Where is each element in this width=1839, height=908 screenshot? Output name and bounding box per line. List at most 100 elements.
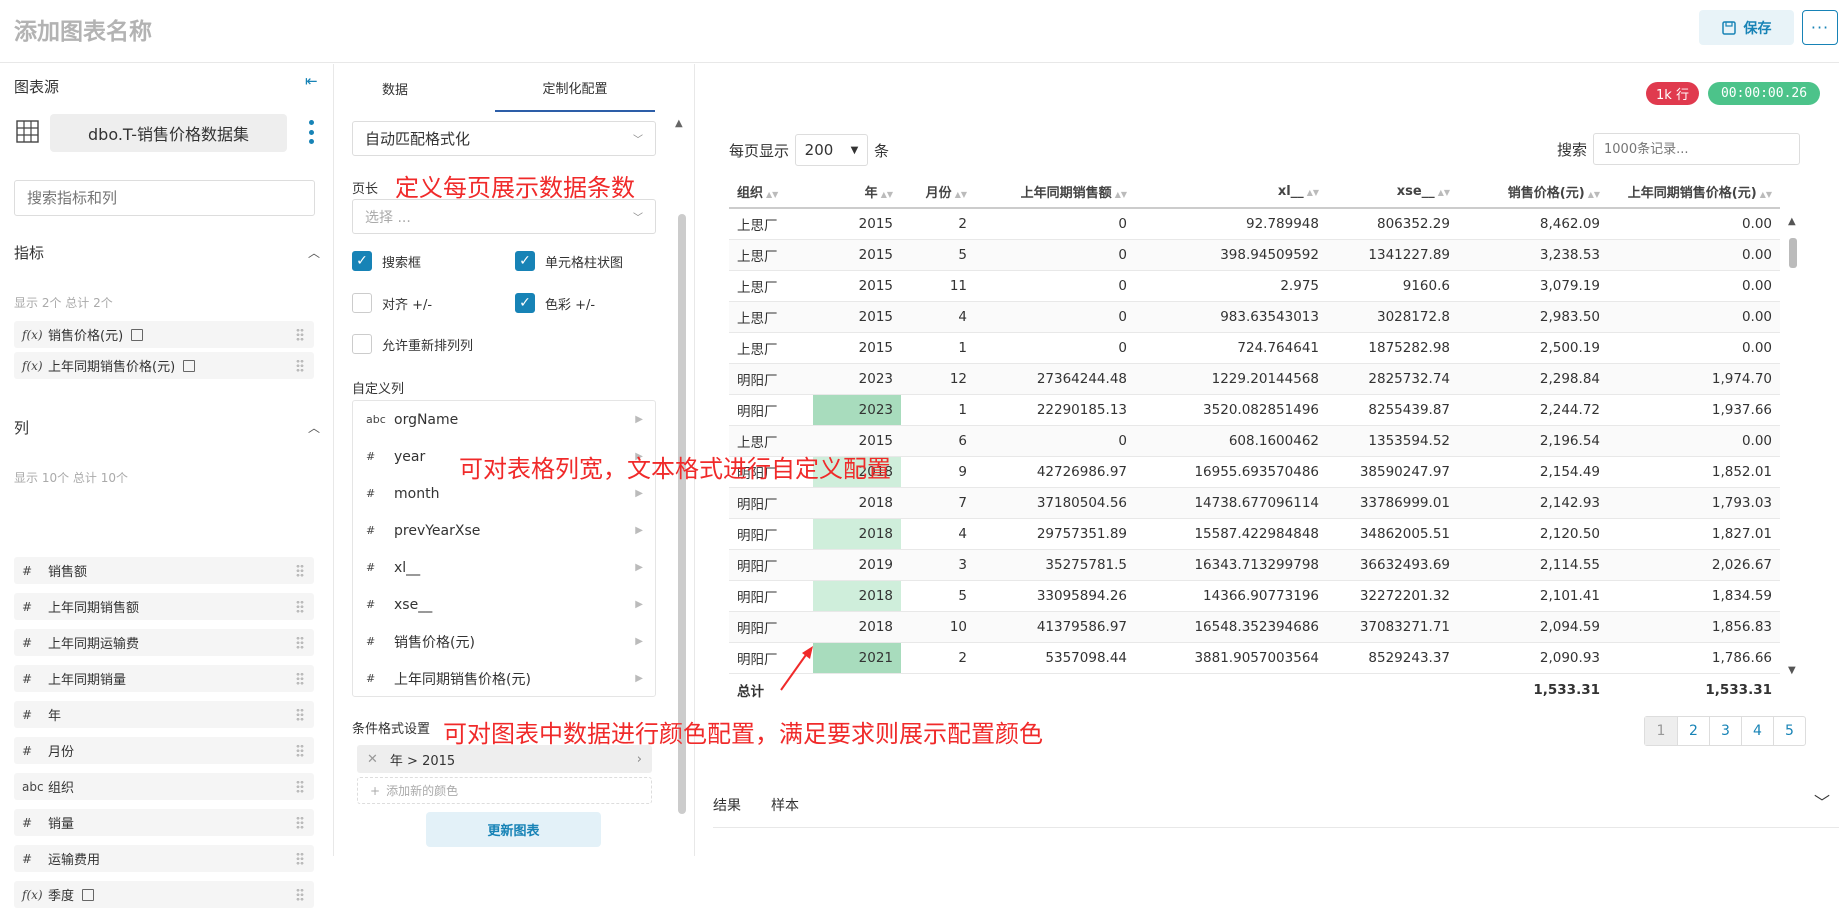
table-row[interactable]: 明阳厂 2023 12 27364244.48 1229.20144568 2825732…	[729, 363, 1780, 395]
table-row[interactable]: 明阳厂 2018 7 37180504.56 14738.677096114 337869…	[729, 487, 1780, 519]
add-color-button[interactable]: + 添加新的颜色	[357, 777, 652, 804]
chevron-right-icon[interactable]: ›	[637, 752, 642, 767]
table-search-input[interactable]	[1593, 133, 1800, 165]
column-header[interactable]: 组织 ▲▼	[729, 176, 813, 209]
collapse-panel-icon[interactable]: ⇤	[305, 72, 318, 90]
column-item[interactable]: # 上年同期销量	[14, 665, 314, 692]
custom-column-row[interactable]: # xl__ ▶	[353, 549, 655, 586]
column-item[interactable]: # 上年同期销售额	[14, 593, 314, 620]
drag-handle-icon[interactable]	[296, 744, 304, 757]
table-row[interactable]: 上思厂 2015 5 0 398.94509592 1341227.89 3,238.53 0…	[729, 239, 1780, 271]
page-button[interactable]: 2	[1677, 717, 1709, 745]
column-item[interactable]: # 销售额	[14, 557, 314, 584]
table-row[interactable]: 明阳厂 2018 10 41379586.97 16548.352394686 37083…	[729, 611, 1780, 643]
metrics-section-header[interactable]: 指标 ︿	[14, 242, 320, 263]
chart-title[interactable]: 添加图表名称	[14, 12, 152, 46]
table-scrollbar[interactable]: ▲ ▼	[1788, 216, 1798, 676]
column-item[interactable]: f(x) 季度	[14, 881, 314, 908]
page-button[interactable]: 1	[1645, 717, 1677, 745]
checkbox-align[interactable]: 对齐 +/-	[352, 293, 432, 313]
page-button[interactable]: 3	[1709, 717, 1741, 745]
column-header[interactable]: xl__ ▲▼	[1135, 176, 1327, 209]
chevron-up-icon[interactable]: ︿	[308, 419, 320, 436]
dataset-menu-icon[interactable]	[308, 120, 314, 144]
remove-icon[interactable]: ✕	[367, 752, 378, 767]
drag-handle-icon[interactable]	[296, 564, 304, 577]
metric-item[interactable]: f(x) 上年同期销售价格(元)	[14, 352, 314, 379]
sort-icon[interactable]: ▲▼	[1115, 190, 1127, 199]
page-button[interactable]: 4	[1741, 717, 1773, 745]
tab-custom-config[interactable]: 定制化配置	[495, 64, 655, 112]
column-item[interactable]: abc 组织	[14, 773, 314, 800]
column-item[interactable]: # 月份	[14, 737, 314, 764]
chevron-down-icon[interactable]: ﹀	[1814, 789, 1830, 813]
drag-handle-icon[interactable]	[296, 888, 304, 901]
tab-data[interactable]: 数据	[335, 64, 455, 112]
page-size-select[interactable]: 200 ▼	[795, 134, 869, 166]
drag-handle-icon[interactable]	[296, 359, 304, 372]
scroll-thumb[interactable]	[1789, 238, 1797, 268]
column-header[interactable]: 上年同期销售额 ▲▼	[975, 176, 1135, 209]
column-item[interactable]: # 上年同期运输费	[14, 629, 314, 656]
more-options-button[interactable]: ···	[1802, 10, 1838, 45]
condition-rule[interactable]: ✕ 年 > 2015 ›	[357, 745, 652, 773]
column-item[interactable]: # 销量	[14, 809, 314, 836]
chevron-up-icon[interactable]: ︿	[308, 244, 320, 261]
table-row[interactable]: 明阳厂 2023 1 22290185.13 3520.082851496 8255439…	[729, 394, 1780, 426]
sort-icon[interactable]: ▲▼	[1307, 188, 1319, 197]
sort-icon[interactable]: ▲▼	[955, 190, 967, 199]
sort-icon[interactable]: ▲▼	[1438, 188, 1450, 197]
tab-results[interactable]: 结果	[713, 795, 741, 815]
table-row[interactable]: 明阳厂 2019 3 35275781.5 16343.713299798 3663249…	[729, 549, 1780, 581]
custom-column-row[interactable]: # 销售价格(元) ▶	[353, 623, 655, 660]
checkbox-reorder[interactable]: 允许重新排列列	[352, 334, 473, 354]
checkbox-cell-bar[interactable]: ✓ 单元格柱状图	[515, 251, 623, 271]
custom-column-row[interactable]: abc orgName ▶	[353, 401, 655, 438]
drag-handle-icon[interactable]	[296, 328, 304, 341]
table-row[interactable]: 上思厂 2015 4 0 983.63543013 3028172.8 2,983.50 0.…	[729, 301, 1780, 333]
metric-item[interactable]: f(x) 销售价格(元)	[14, 321, 314, 348]
format-select[interactable]: 自动匹配格式化 ﹀	[352, 121, 656, 156]
column-header[interactable]: 销售价格(元) ▲▼	[1458, 176, 1608, 209]
checkbox-search[interactable]: ✓ 搜索框	[352, 251, 421, 271]
table-row[interactable]: 明阳厂 2018 4 29757351.89 15587.422984848 348620…	[729, 518, 1780, 550]
drag-handle-icon[interactable]	[296, 600, 304, 613]
dataset-selector[interactable]: dbo.T-销售价格数据集	[50, 114, 287, 152]
table-row[interactable]: 明阳厂 2018 5 33095894.26 14366.90773196 3227220…	[729, 580, 1780, 612]
sort-icon[interactable]: ▲▼	[1588, 190, 1600, 199]
custom-column-row[interactable]: # prevYearXse ▶	[353, 512, 655, 549]
sort-icon[interactable]: ▲▼	[766, 190, 778, 199]
drag-handle-icon[interactable]	[296, 852, 304, 865]
column-header[interactable]: 年 ▲▼	[813, 176, 901, 209]
column-header[interactable]: 月份 ▲▼	[901, 176, 975, 209]
page-length-select[interactable]: 选择 ... ﹀	[352, 199, 656, 234]
table-row[interactable]: 上思厂 2015 11 0 2.975 9160.6 3,079.19 0.00	[729, 270, 1780, 302]
add-color-label: 添加新的颜色	[386, 784, 459, 798]
update-chart-button[interactable]: 更新图表	[426, 812, 601, 847]
table-row[interactable]: 明阳厂 2021 2 5357098.44 3881.9057003564 8529243…	[729, 642, 1780, 674]
column-header[interactable]: 上年同期销售价格(元) ▲▼	[1608, 176, 1780, 209]
column-item[interactable]: # 运输费用	[14, 845, 314, 872]
scroll-up-icon[interactable]: ▲	[1788, 216, 1796, 227]
table-row[interactable]: 上思厂 2015 2 0 92.789948 806352.29 8,462.09 0.00	[729, 208, 1780, 240]
table-row[interactable]: 上思厂 2015 1 0 724.764641 1875282.98 2,500.19 0.0…	[729, 332, 1780, 364]
page-button[interactable]: 5	[1773, 717, 1805, 745]
save-button[interactable]: 保存	[1699, 10, 1794, 45]
column-item[interactable]: # 年	[14, 701, 314, 728]
drag-handle-icon[interactable]	[296, 636, 304, 649]
scroll-up-icon[interactable]: ▲	[675, 118, 683, 129]
drag-handle-icon[interactable]	[296, 672, 304, 685]
search-metrics-input[interactable]	[14, 180, 315, 216]
checkbox-color[interactable]: ✓ 色彩 +/-	[515, 293, 595, 313]
tab-samples[interactable]: 样本	[771, 795, 799, 815]
drag-handle-icon[interactable]	[296, 816, 304, 829]
scroll-down-icon[interactable]: ▼	[1788, 665, 1796, 676]
custom-column-row[interactable]: # 上年同期销售价格(元) ▶	[353, 660, 655, 697]
drag-handle-icon[interactable]	[296, 708, 304, 721]
drag-handle-icon[interactable]	[296, 780, 304, 793]
sort-icon[interactable]: ▲▼	[881, 190, 893, 199]
columns-section-header[interactable]: 列 ︿	[14, 417, 320, 438]
custom-column-row[interactable]: # xse__ ▶	[353, 586, 655, 623]
column-header[interactable]: xse__ ▲▼	[1327, 176, 1458, 209]
sort-icon[interactable]: ▲▼	[1760, 190, 1772, 199]
